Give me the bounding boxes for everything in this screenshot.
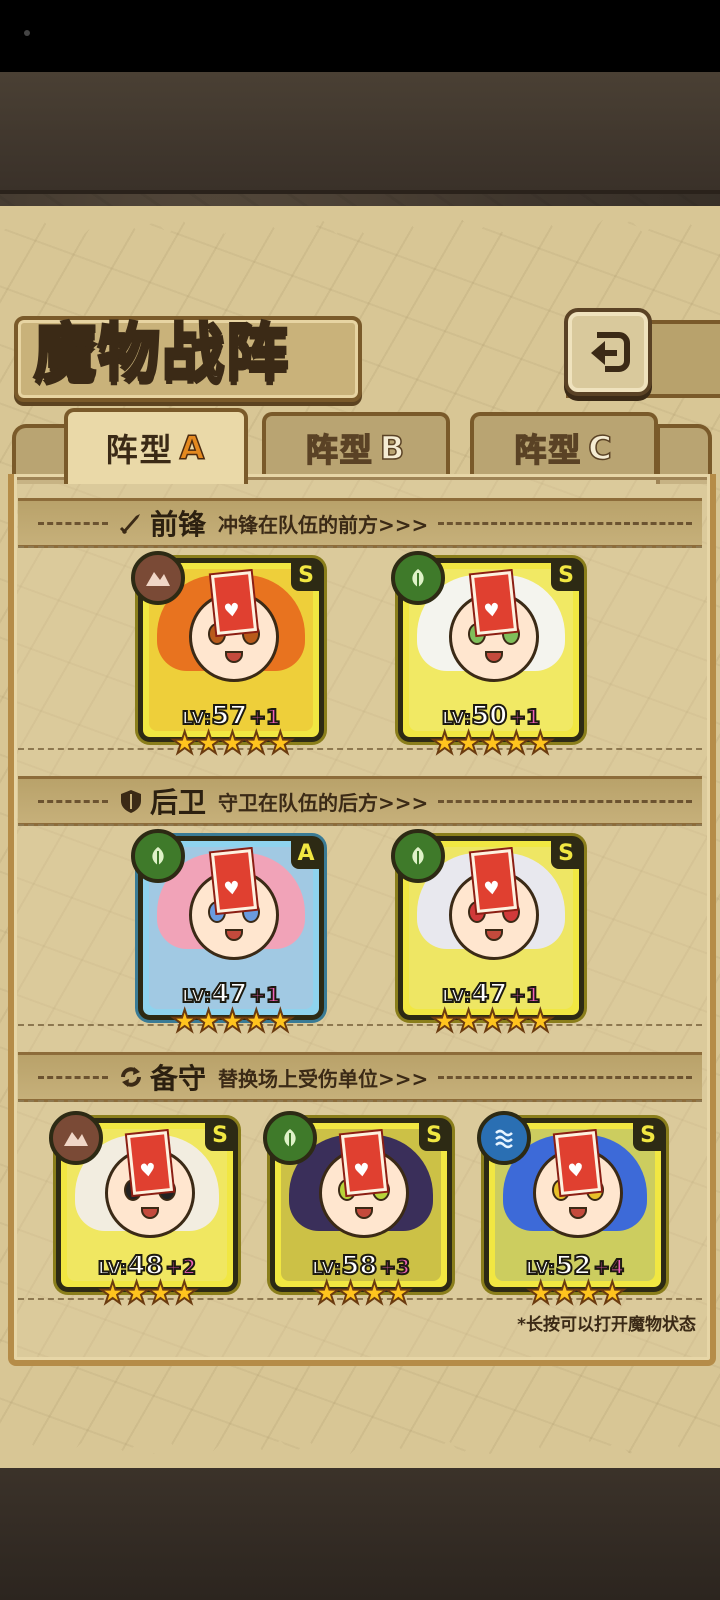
divider (438, 1075, 692, 1079)
star-rating: ★★★★★ (430, 725, 554, 762)
portrait-mouth (225, 650, 243, 663)
leaf-element-icon (131, 829, 185, 883)
map-top-strip (0, 72, 720, 194)
portrait-mouth (355, 1206, 373, 1219)
monster-card-reserve-2[interactable]: S LV:58+3 ★★★★ (263, 1111, 452, 1312)
section-front-header: 前锋 冲锋在队伍的前方>>> (18, 498, 702, 548)
tab-label: 阵型 (305, 430, 374, 470)
star-rating: ★★★★★ (170, 725, 294, 762)
grade-badge: S (291, 561, 321, 591)
monster-card-front-2[interactable]: S LV:50+1 ★★★★★ (391, 551, 584, 762)
rock-element-icon (49, 1111, 103, 1165)
divider (38, 521, 108, 525)
status-dot (24, 30, 30, 36)
star-rating: ★★★★★ (170, 1003, 294, 1040)
star-rating: ★★★★ (312, 1275, 413, 1312)
grade-badge: S (205, 1121, 235, 1151)
front-row (18, 546, 702, 750)
section-description: 守卫在队伍的后方>>> (218, 790, 429, 815)
section-reserve-header: 备守 替换场上受伤单位>>> (18, 1052, 702, 1102)
portrait-mouth (569, 1206, 587, 1219)
talisman-seal-icon (554, 1131, 602, 1195)
grade-badge: A (291, 839, 321, 869)
page-title: 魔物战阵 (32, 315, 291, 391)
swap-icon (121, 1067, 141, 1087)
monster-card-front-1[interactable]: S LV:57+1 ★★★★★ (131, 551, 324, 762)
long-press-hint: *长按可以打开魔物状态 (517, 1315, 696, 1335)
portrait-mouth (485, 928, 503, 941)
tab-formation-c[interactable]: 阵型 C (470, 412, 658, 480)
rear-row (18, 824, 702, 1026)
tab-formation-b[interactable]: 阵型 B (262, 412, 450, 480)
section-title: 后卫 (150, 786, 207, 819)
talisman-seal-icon (470, 849, 518, 913)
section-title: 备守 (150, 1062, 207, 1095)
divider (38, 799, 108, 803)
star-rating: ★★★★★ (430, 1003, 554, 1040)
grade-badge: S (551, 839, 581, 869)
monster-card-rear-1[interactable]: A LV:47+1 ★★★★★ (131, 829, 324, 1040)
back-button[interactable] (564, 308, 652, 396)
grade-badge: S (419, 1121, 449, 1151)
sword-icon (119, 514, 140, 535)
grade-badge: S (633, 1121, 663, 1151)
portrait-mouth (225, 928, 243, 941)
talisman-seal-icon (210, 571, 258, 635)
tab-letter: B (379, 428, 407, 468)
monster-card-reserve-3[interactable]: S LV:52+4 ★★★★ (477, 1111, 666, 1312)
portrait-mouth (141, 1206, 159, 1219)
leaf-element-icon (391, 829, 445, 883)
section-rear-header: 后卫 守卫在队伍的后方>>> (18, 776, 702, 826)
leaf-element-icon (263, 1111, 317, 1165)
divider (38, 1075, 108, 1079)
monster-card-reserve-1[interactable]: S LV:48+2 ★★★★ (49, 1111, 238, 1312)
section-title: 前锋 (150, 508, 207, 541)
portrait-mouth (485, 650, 503, 663)
map-bottom-strip (0, 1450, 720, 1600)
leaf-element-icon (391, 551, 445, 605)
divider (438, 521, 692, 525)
divider (438, 799, 692, 803)
talisman-seal-icon (126, 1131, 174, 1195)
tab-label: 阵型 (513, 430, 583, 470)
tab-label: 阵型 (105, 431, 174, 469)
tab-letter: A (179, 428, 207, 468)
rock-element-icon (131, 551, 185, 605)
tab-formation-a[interactable]: 阵型 A (64, 408, 248, 484)
tab-letter: C (588, 428, 614, 468)
water-element-icon (477, 1111, 531, 1165)
talisman-seal-icon (470, 571, 518, 635)
monster-card-rear-2[interactable]: S LV:47+1 ★★★★★ (391, 829, 584, 1040)
status-bar (0, 0, 720, 72)
parchment-edge-bottom (0, 1440, 720, 1468)
shield-icon (121, 790, 141, 813)
grade-badge: S (551, 561, 581, 591)
star-rating: ★★★★ (98, 1275, 199, 1312)
star-rating: ★★★★ (526, 1275, 627, 1312)
section-description: 冲锋在队伍的前方>>> (218, 512, 429, 537)
section-description: 替换场上受伤单位>>> (218, 1066, 429, 1091)
talisman-seal-icon (340, 1131, 388, 1195)
return-arrow-icon (591, 332, 630, 372)
parchment-edge-top (0, 206, 720, 234)
talisman-seal-icon (210, 849, 258, 913)
